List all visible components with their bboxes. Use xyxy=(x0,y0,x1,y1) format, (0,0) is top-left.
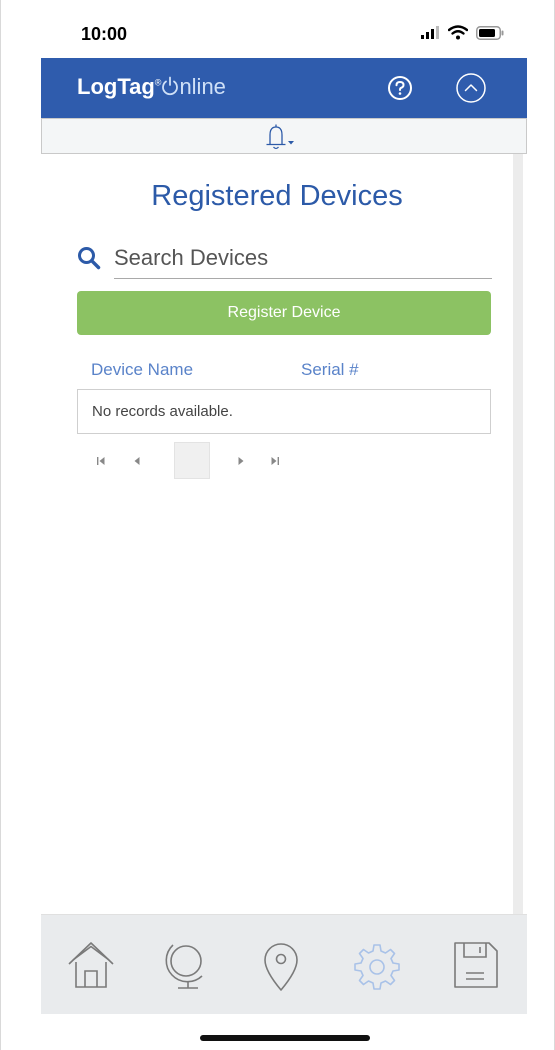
empty-records-message: No records available. xyxy=(92,403,233,420)
records-table: No records available. xyxy=(77,389,491,434)
battery-icon xyxy=(476,25,504,40)
last-page-icon[interactable] xyxy=(269,455,281,467)
logo-light-text: nline xyxy=(179,74,226,99)
logo-registered-mark: ® xyxy=(154,77,162,88)
notification-bar xyxy=(41,118,527,154)
search-input[interactable] xyxy=(114,238,492,279)
column-header-device-name[interactable]: Device Name xyxy=(91,360,193,380)
home-indicator[interactable] xyxy=(200,1035,370,1041)
home-icon[interactable] xyxy=(63,937,119,993)
wifi-icon xyxy=(448,25,468,40)
logo-bold-text: LogTag xyxy=(77,74,155,99)
globe-icon[interactable] xyxy=(158,937,214,993)
register-device-button[interactable]: Register Device xyxy=(77,291,491,335)
scroll-track[interactable] xyxy=(513,154,523,914)
status-icons xyxy=(420,25,504,40)
page-title: Registered Devices xyxy=(151,180,403,212)
bell-icon[interactable] xyxy=(261,124,311,152)
search-row xyxy=(77,238,492,280)
help-icon[interactable] xyxy=(387,75,413,101)
prev-page-icon[interactable] xyxy=(131,455,143,467)
status-bar: 10:00 xyxy=(1,0,555,60)
search-icon[interactable] xyxy=(77,246,101,270)
app-header: LogTag® nline xyxy=(41,58,527,118)
power-icon xyxy=(162,76,179,96)
settings-icon[interactable] xyxy=(349,937,405,993)
caret-down-icon xyxy=(288,141,294,145)
save-icon[interactable] xyxy=(447,937,503,993)
location-pin-icon[interactable] xyxy=(253,937,309,993)
collapse-up-icon[interactable] xyxy=(455,72,487,104)
phone-frame: 10:00 LogTag® nline Registered Devices S… xyxy=(0,0,555,1050)
first-page-icon[interactable] xyxy=(95,455,107,467)
signal-icon xyxy=(421,25,439,39)
next-page-icon[interactable] xyxy=(235,455,247,467)
bottom-nav xyxy=(41,914,527,1014)
status-time: 10:00 xyxy=(81,24,128,44)
column-header-serial[interactable]: Serial # xyxy=(301,360,359,380)
current-page-box[interactable] xyxy=(174,442,210,479)
pager xyxy=(91,442,391,480)
app-logo: LogTag® nline xyxy=(77,74,226,100)
